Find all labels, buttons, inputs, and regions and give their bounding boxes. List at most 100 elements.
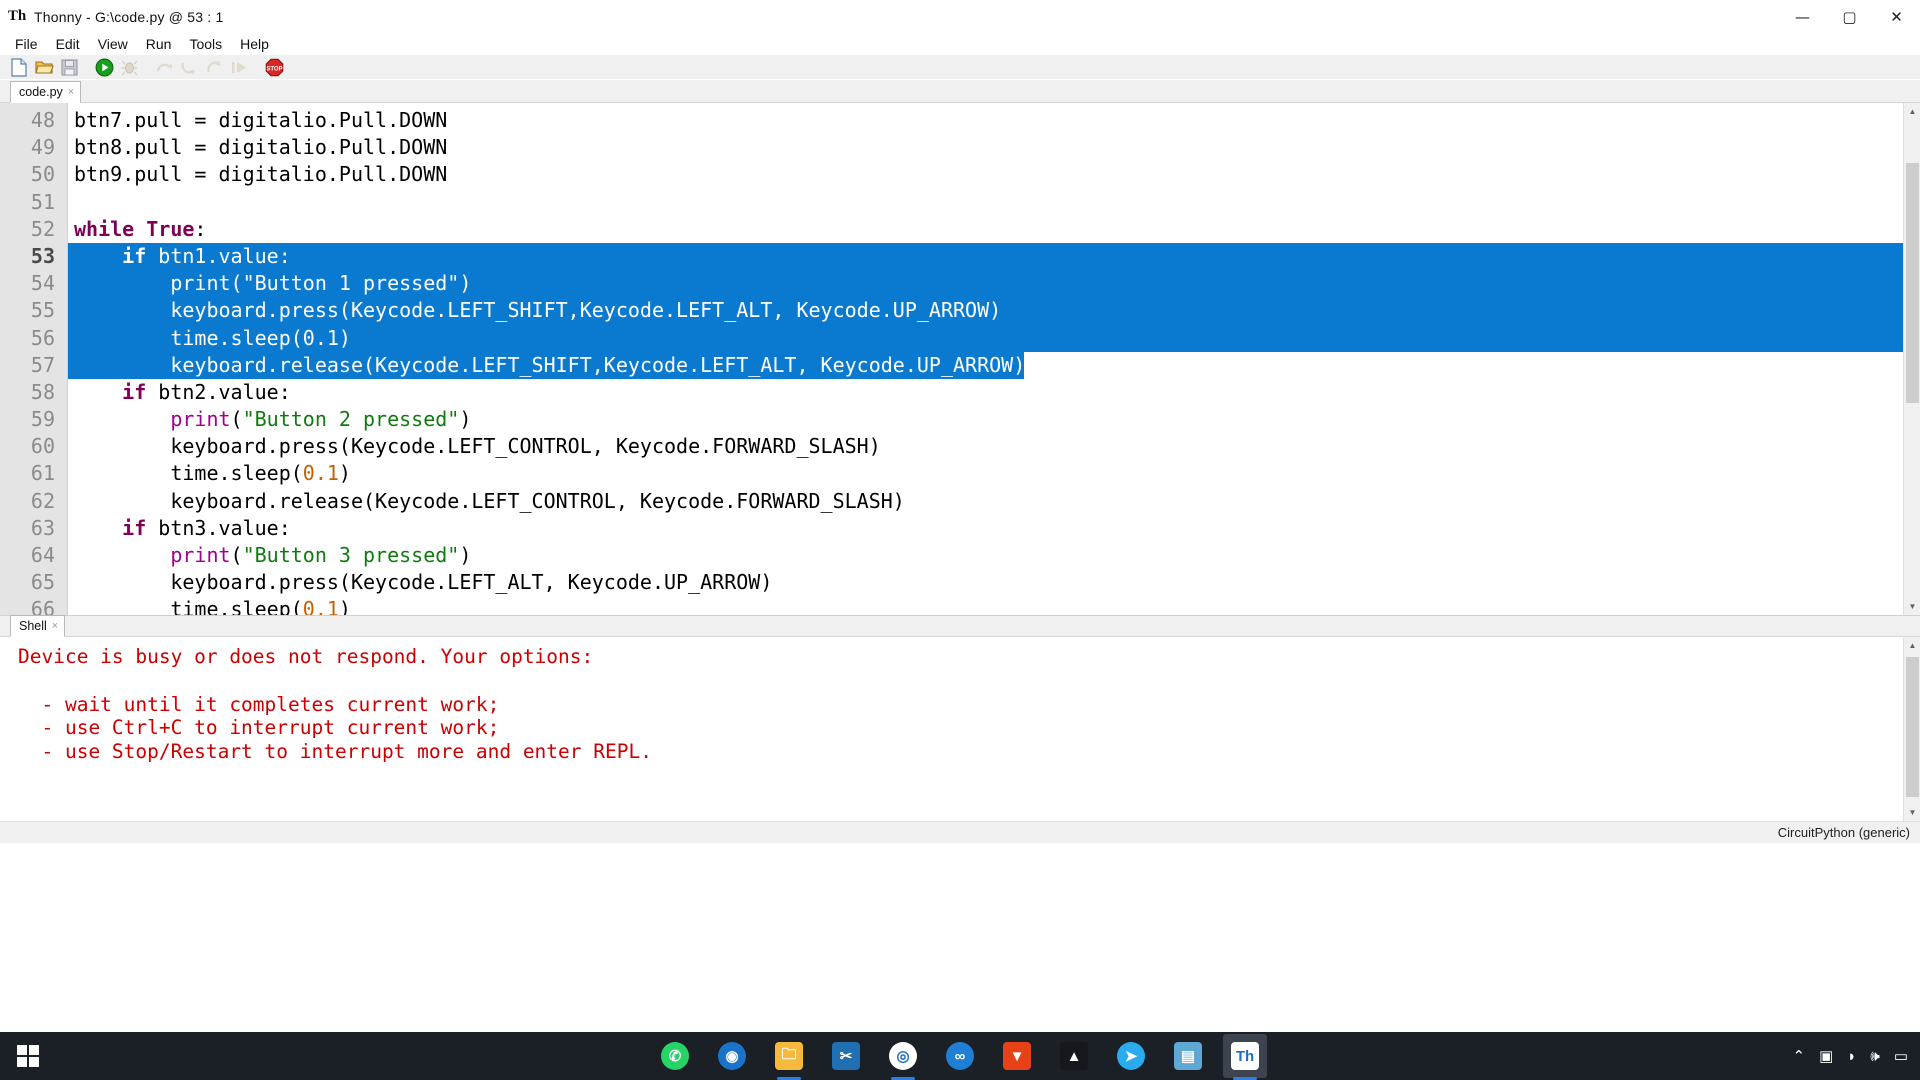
resume-icon <box>228 57 251 78</box>
line-number: 51 <box>30 189 55 214</box>
start-button[interactable] <box>0 1032 56 1080</box>
code-line[interactable]: keyboard.release(Keycode.LEFT_CONTROL, K… <box>68 488 1920 515</box>
code-token-plain: : <box>194 216 207 241</box>
taskbar-app-notes-app[interactable]: ▤ <box>1166 1034 1210 1078</box>
taskbar-app-infinity-app[interactable]: ∞ <box>938 1034 982 1078</box>
tray-meet-icon[interactable]: ▣ <box>1819 1047 1833 1065</box>
vlc-player-icon: ▼ <box>1003 1042 1031 1070</box>
code-token-plain: time.sleep( <box>74 461 303 486</box>
save-file-icon[interactable] <box>58 57 81 78</box>
code-line[interactable]: time.sleep(0.1) <box>68 596 1920 615</box>
code-token-plain: btn2.value: <box>146 379 291 404</box>
code-line[interactable]: time.sleep(0.1) <box>68 325 1920 352</box>
taskbar-app-vlc-player[interactable]: ▼ <box>995 1034 1039 1078</box>
tray-volume-icon[interactable]: 🕪 <box>1870 1048 1879 1065</box>
code-token-plain: btn3.value: <box>146 515 291 540</box>
taskbar-app-thonny[interactable]: Th <box>1223 1034 1267 1080</box>
code-token-plain: btn7.pull = digitalio.Pull.DOWN <box>74 108 448 132</box>
code-token-plain: ) <box>338 461 351 486</box>
toolbar: STOP <box>0 55 1920 80</box>
code-line[interactable]: print("Button 2 pressed") <box>68 406 1920 433</box>
tray-wifi-icon[interactable]: ◗ <box>1847 1048 1856 1065</box>
taskbar: ✆ ◉ 🗀 ✂ ◎ ∞ ▼ ▲ ➤ ▤ Th ⌃ ▣ ◗ 🕪 ▭ <box>0 1032 1920 1080</box>
interpreter-label[interactable]: CircuitPython (generic) <box>1778 825 1910 840</box>
code-line[interactable]: keyboard.press(Keycode.LEFT_ALT, Keycode… <box>68 569 1920 596</box>
code-line[interactable]: print("Button 1 pressed") <box>68 270 1920 297</box>
code-line[interactable]: if btn2.value: <box>68 379 1920 406</box>
close-button[interactable]: ✕ <box>1873 0 1920 33</box>
minimize-button[interactable]: — <box>1779 0 1826 33</box>
code-line[interactable]: keyboard.press(Keycode.LEFT_SHIFT,Keycod… <box>68 297 1920 324</box>
taskbar-app-whatsapp[interactable]: ✆ <box>653 1034 697 1078</box>
code-token-kw: while <box>74 216 147 241</box>
menu-view[interactable]: View <box>89 34 137 55</box>
tray-chevron-icon[interactable]: ⌃ <box>1793 1047 1806 1065</box>
code-token-fn: print <box>170 407 231 432</box>
debug-icon[interactable] <box>118 57 141 78</box>
infinity-app-icon: ∞ <box>946 1042 974 1070</box>
code-token-plain: keyboard.release(Keycode.LEFT_CONTROL, K… <box>74 488 905 513</box>
code-token-num: 0.1 <box>302 325 339 350</box>
code-line[interactable]: btn9.pull = digitalio.Pull.DOWN <box>68 161 1920 188</box>
shell-tab-close-icon[interactable]: × <box>52 620 58 632</box>
line-number: 63 <box>30 515 55 540</box>
code-line[interactable]: keyboard.release(Keycode.LEFT_SHIFT,Keyc… <box>68 352 1920 379</box>
taskbar-app-list: ✆ ◉ 🗀 ✂ ◎ ∞ ▼ ▲ ➤ ▤ Th <box>653 1034 1267 1080</box>
code-line[interactable]: btn8.pull = digitalio.Pull.DOWN <box>68 134 1920 161</box>
windows-logo-icon <box>17 1045 39 1067</box>
run-icon[interactable] <box>93 57 116 78</box>
menu-file[interactable]: File <box>6 34 47 55</box>
line-number: 52 <box>30 216 55 241</box>
code-line[interactable] <box>68 189 1920 216</box>
code-token-plain: ( <box>230 271 243 296</box>
whatsapp-icon: ✆ <box>661 1042 689 1070</box>
menu-bar: File Edit View Run Tools Help <box>0 33 1920 55</box>
menu-tools[interactable]: Tools <box>180 34 231 55</box>
line-number: 53 <box>30 243 55 268</box>
code-line[interactable]: keyboard.press(Keycode.LEFT_CONTROL, Key… <box>68 433 1920 460</box>
line-number: 58 <box>30 379 55 404</box>
menu-run[interactable]: Run <box>137 34 181 55</box>
shell-tab-strip: Shell × <box>0 615 1920 637</box>
tray-notifications-icon[interactable]: ▭ <box>1894 1047 1908 1065</box>
file-explorer-icon: 🗀 <box>775 1042 803 1070</box>
editor-tab-close-icon[interactable]: × <box>68 86 74 98</box>
editor-code-canvas[interactable]: btn7.pull = digitalio.Pull.DOWN btn8.pull… <box>68 103 1920 615</box>
taskbar-app-predator-sense[interactable]: ▲ <box>1052 1034 1096 1078</box>
code-token-plain: btn1.value: <box>146 243 291 268</box>
new-file-icon[interactable] <box>8 57 31 78</box>
code-token-fn: print <box>170 543 231 567</box>
code-line[interactable]: print("Button 3 pressed") <box>68 542 1920 569</box>
taskbar-app-vs-code[interactable]: ✂ <box>824 1034 868 1078</box>
shell-vertical-scrollbar[interactable]: ▲ ▼ <box>1903 637 1920 821</box>
menu-edit[interactable]: Edit <box>47 34 89 55</box>
code-line[interactable]: time.sleep(0.1) <box>68 460 1920 487</box>
step-into-icon <box>178 57 201 78</box>
shell-tab[interactable]: Shell × <box>10 615 66 637</box>
shell-scroll-thumb[interactable] <box>1906 657 1919 797</box>
shell-area[interactable]: Device is busy or does not respond. Your… <box>0 637 1920 821</box>
taskbar-app-file-explorer[interactable]: 🗀 <box>767 1034 811 1080</box>
notes-app-icon: ▤ <box>1174 1042 1202 1070</box>
open-file-icon[interactable] <box>33 57 56 78</box>
taskbar-app-telegram[interactable]: ➤ <box>1109 1034 1153 1078</box>
maximize-button[interactable]: ▢ <box>1826 0 1873 33</box>
taskbar-app-chrome[interactable]: ◎ <box>881 1034 925 1080</box>
shell-scroll-down-icon[interactable]: ▼ <box>1904 804 1920 821</box>
code-line[interactable]: while True: <box>68 216 1920 243</box>
status-bar: CircuitPython (generic) <box>0 821 1920 843</box>
shell-scroll-up-icon[interactable]: ▲ <box>1904 637 1920 654</box>
code-token-plain: ) <box>459 407 472 432</box>
code-line[interactable]: btn7.pull = digitalio.Pull.DOWN <box>68 107 1920 134</box>
line-number: 61 <box>30 461 55 486</box>
code-token-plain: keyboard.press(Keycode.LEFT_CONTROL, Key… <box>74 434 881 459</box>
line-number: 55 <box>30 298 55 323</box>
code-line[interactable]: if btn3.value: <box>68 515 1920 542</box>
code-line[interactable]: if btn1.value: <box>68 243 1920 270</box>
taskbar-app-edge-copilot[interactable]: ◉ <box>710 1034 754 1078</box>
line-number: 59 <box>30 407 55 432</box>
editor-tab-code-py[interactable]: code.py × <box>10 81 82 103</box>
menu-help[interactable]: Help <box>231 34 278 55</box>
stop-icon[interactable]: STOP <box>263 57 286 78</box>
